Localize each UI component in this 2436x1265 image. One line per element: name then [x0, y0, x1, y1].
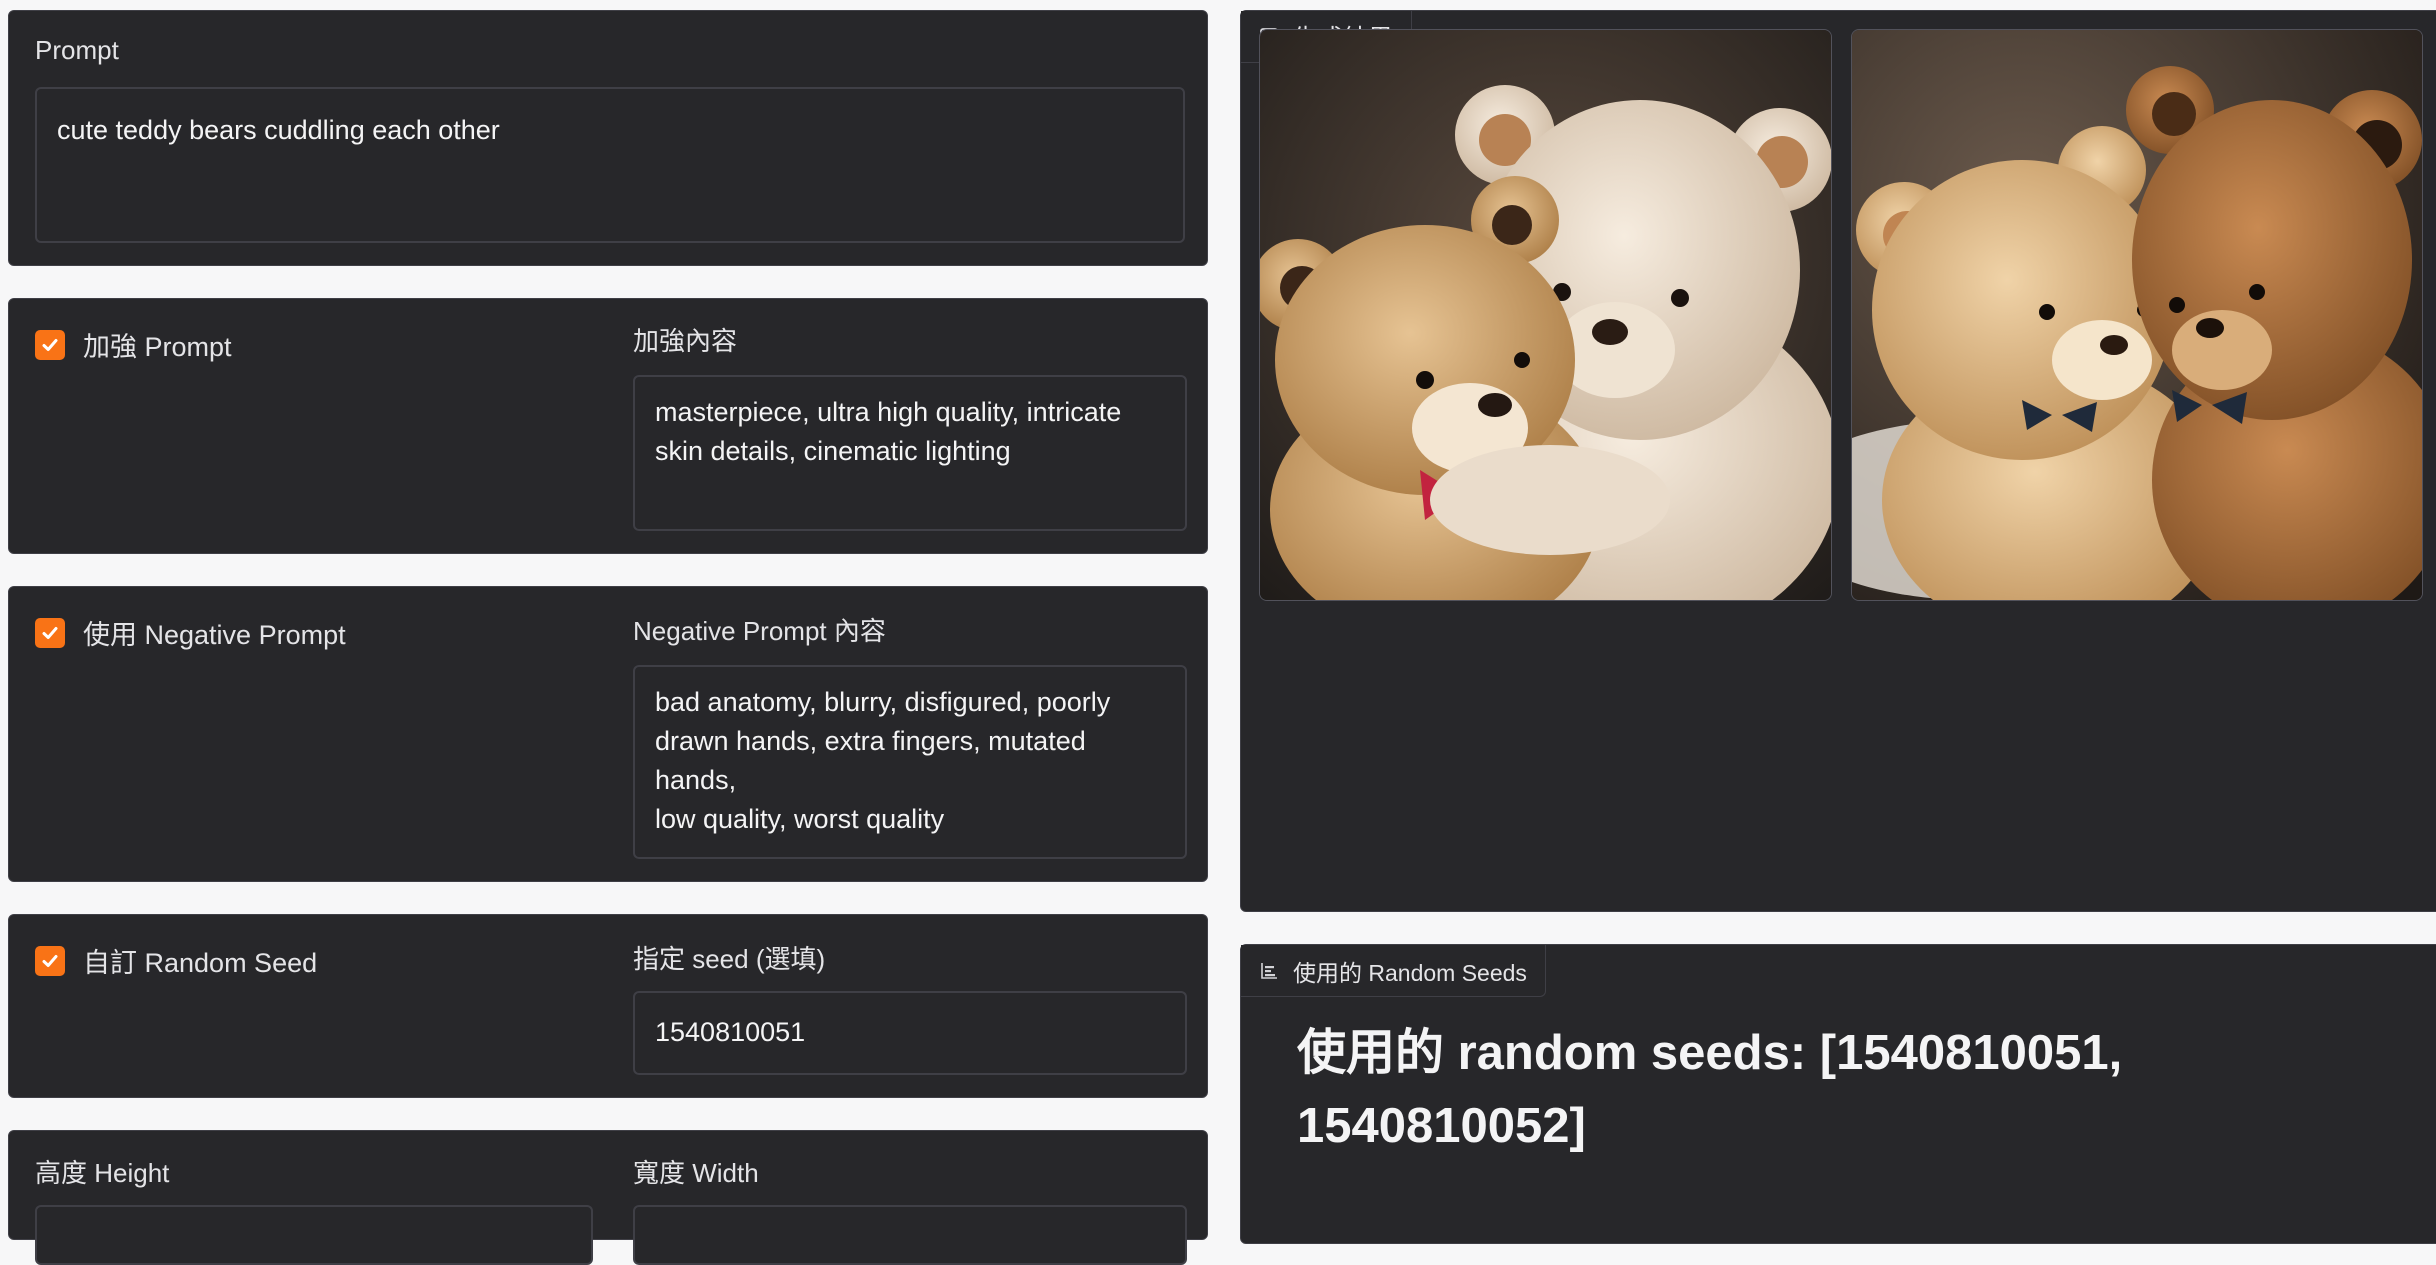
enhance-content-label: 加強內容	[633, 326, 738, 356]
enhance-content-input[interactable]: masterpiece, ultra high quality, intrica…	[633, 375, 1187, 531]
seeds-output-text: 使用的 random seeds: [1540810051, 154081005…	[1297, 1026, 2123, 1153]
seeds-output-panel: 使用的 Random Seeds 使用的 random seeds: [1540…	[1240, 944, 2436, 1244]
width-input[interactable]	[633, 1205, 1187, 1265]
result-image-2[interactable]	[1851, 29, 2423, 601]
seed-checkbox-row[interactable]: 自訂 Random Seed	[35, 941, 317, 980]
prompt-panel: Prompt cute teddy bears cuddling each ot…	[8, 10, 1208, 266]
seed-checkbox[interactable]	[35, 945, 65, 976]
enhance-checkbox[interactable]	[35, 329, 65, 360]
prompt-input[interactable]: cute teddy bears cuddling each other	[35, 87, 1185, 243]
check-icon	[42, 338, 58, 351]
negative-content-input[interactable]: bad anatomy, blurry, disfigured, poorly …	[633, 665, 1187, 859]
negative-panel: 使用 Negative Prompt Negative Prompt 內容 ba…	[8, 586, 1208, 882]
teddy-bears-image	[1260, 30, 1831, 600]
seed-checkbox-label: 自訂 Random Seed	[83, 948, 318, 978]
seed-panel: 自訂 Random Seed 指定 seed (選填) 1540810051	[8, 914, 1208, 1098]
check-icon	[42, 954, 58, 967]
size-panel: 高度 Height 寬度 Width	[8, 1130, 1208, 1265]
seed-content-label: 指定 seed (選填)	[633, 944, 826, 974]
seeds-tab-label: 使用的 Random Seeds	[1241, 945, 1546, 997]
width-label: 寬度 Width	[633, 1158, 759, 1188]
enhance-checkbox-label: 加強 Prompt	[83, 332, 232, 362]
negative-checkbox-row[interactable]: 使用 Negative Prompt	[35, 613, 346, 652]
height-label: 高度 Height	[35, 1158, 170, 1188]
negative-checkbox-label: 使用 Negative Prompt	[83, 620, 346, 650]
teddy-bears-image	[1852, 30, 2422, 600]
negative-checkbox[interactable]	[35, 617, 65, 648]
height-input[interactable]	[35, 1205, 593, 1265]
bar-chart-icon	[1261, 962, 1277, 979]
seeds-tab-text: 使用的 Random Seeds	[1293, 959, 1527, 986]
prompt-label: Prompt	[35, 35, 119, 65]
check-icon	[42, 626, 58, 639]
enhance-panel: 加強 Prompt 加強內容 masterpiece, ultra high q…	[8, 298, 1208, 554]
negative-content-label: Negative Prompt 內容	[633, 616, 886, 646]
enhance-checkbox-row[interactable]: 加強 Prompt	[35, 325, 232, 364]
seed-input[interactable]: 1540810051	[633, 991, 1187, 1075]
results-gallery-panel: 生成結果	[1240, 10, 2436, 912]
result-image-1[interactable]	[1259, 29, 1832, 601]
